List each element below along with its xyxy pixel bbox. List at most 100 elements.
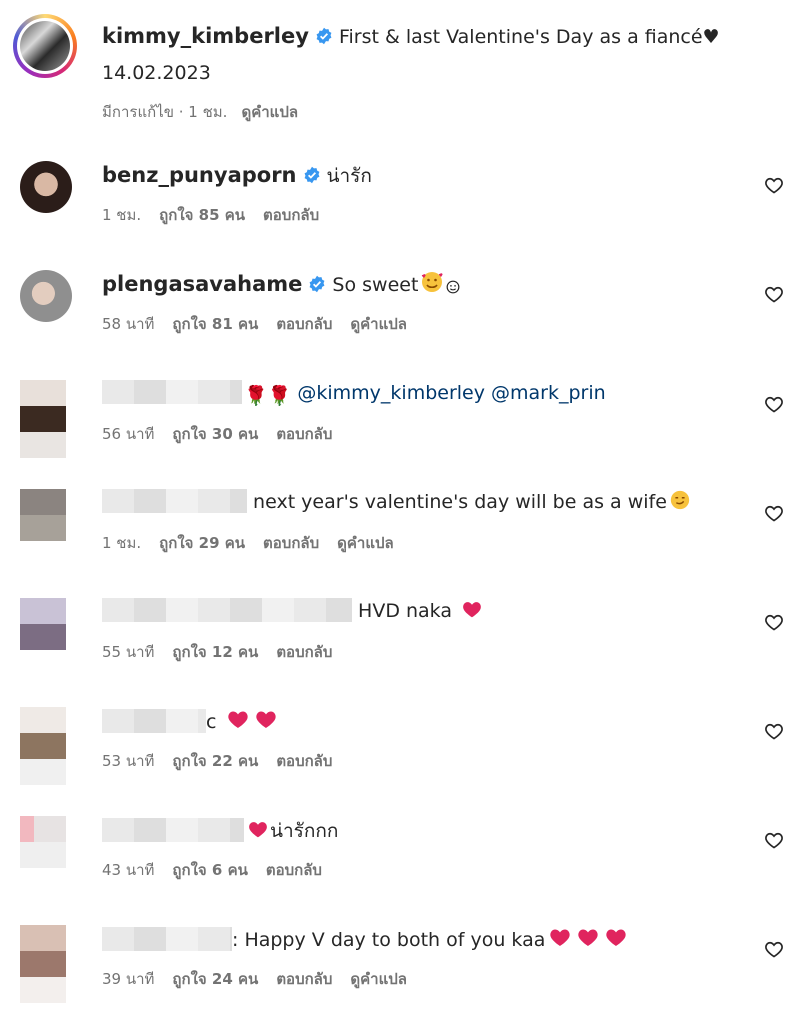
blurred-username: [102, 709, 206, 733]
reply-button[interactable]: ตอบกลับ: [266, 861, 322, 879]
comment-time: 58 นาที: [102, 315, 155, 333]
likes-count[interactable]: ถูกใจ 24 คน: [172, 970, 258, 988]
comment-item: : Happy V day to both of you kaa 39 นาที…: [0, 925, 800, 1033]
verified-badge-icon: [309, 275, 325, 293]
comment-meta: 56 นาที ถูกใจ 30 คน ตอบกลับ: [102, 422, 350, 446]
translate-link[interactable]: ดูคำแปล: [350, 970, 407, 988]
likes-count[interactable]: ถูกใจ 81 คน: [172, 315, 258, 333]
reply-button[interactable]: ตอบกลับ: [276, 752, 332, 770]
comment-body: 🌹🌹 @kimmy_kimberley @mark_prin: [102, 380, 606, 407]
red-heart-emoji-icon: [606, 929, 627, 946]
red-heart-emoji-icon: [249, 822, 267, 838]
post-time: มีการแก้ไข · 1 ชม.: [102, 103, 228, 121]
blurred-username: [102, 598, 352, 622]
comment-meta: 55 นาที ถูกใจ 12 คน ตอบกลับ: [102, 640, 350, 664]
comment-item: next year's valentine's day will be as a…: [0, 489, 800, 597]
comment-meta: 1 ชม. ถูกใจ 29 คน ตอบกลับ ดูคำแปล: [102, 531, 412, 555]
comment-item: plengasavahame So sweet 58 นาที ถูกใจ 81 ค…: [0, 270, 800, 378]
like-heart-icon[interactable]: [764, 284, 784, 304]
author-avatar[interactable]: [13, 14, 77, 78]
smiley-outline-icon: [446, 280, 460, 294]
red-heart-emoji-icon: [550, 929, 571, 946]
avatar[interactable]: [20, 161, 72, 213]
comment-time: 39 นาที: [102, 970, 155, 988]
likes-count[interactable]: ถูกใจ 30 คน: [172, 425, 258, 443]
translate-link[interactable]: ดูคำแปล: [241, 103, 298, 121]
post-meta: มีการแก้ไข · 1 ชม. ดูคำแปล: [102, 100, 298, 124]
caption-line: kimmy_kimberley First & last Valentine's …: [102, 24, 720, 48]
avatar[interactable]: [20, 925, 66, 1003]
comment-meta: 43 นาที ถูกใจ 6 คน ตอบกลับ: [102, 858, 340, 882]
comment-time: 55 นาที: [102, 643, 155, 661]
red-heart-emoji-icon: [463, 602, 481, 618]
like-heart-icon[interactable]: [764, 394, 784, 414]
verified-badge-icon: [304, 166, 319, 184]
avatar[interactable]: [20, 270, 72, 322]
comment-text: So sweet: [332, 274, 419, 296]
avatar[interactable]: [20, 707, 66, 785]
likes-count[interactable]: ถูกใจ 29 คน: [159, 534, 245, 552]
comment-item: HVD naka 55 นาที ถูกใจ 12 คน ตอบกลับ: [0, 598, 800, 706]
like-heart-icon[interactable]: [764, 939, 784, 959]
reply-button[interactable]: ตอบกลับ: [263, 534, 319, 552]
comment-item: น่ารักกก 43 นาที ถูกใจ 6 คน ตอบกลับ: [0, 816, 800, 924]
comment-time: 43 นาที: [102, 861, 155, 879]
comment-item: 🌹🌹 @kimmy_kimberley @mark_prin 56 นาที ถู…: [0, 380, 800, 488]
likes-count[interactable]: ถูกใจ 22 คน: [172, 752, 258, 770]
blurred-username: [102, 927, 232, 951]
reply-button[interactable]: ตอบกลับ: [263, 206, 319, 224]
like-heart-icon[interactable]: [764, 612, 784, 632]
like-heart-icon[interactable]: [764, 721, 784, 741]
caption-date: 14.02.2023: [102, 62, 211, 84]
like-heart-icon[interactable]: [764, 830, 784, 850]
smirk-emoji-icon: [670, 490, 690, 510]
comment-text: : Happy V day to both of you kaa: [232, 929, 546, 951]
comment-text: HVD naka: [358, 600, 452, 622]
post-author-username[interactable]: kimmy_kimberley: [102, 24, 309, 48]
red-heart-emoji-icon: [578, 929, 599, 946]
translate-link[interactable]: ดูคำแปล: [337, 534, 394, 552]
likes-count[interactable]: ถูกใจ 85 คน: [159, 206, 245, 224]
verified-badge-icon: [316, 27, 332, 45]
comment-meta: 39 นาที ถูกใจ 24 คน ตอบกลับ ดูคำแปล: [102, 967, 425, 991]
reply-button[interactable]: ตอบกลับ: [276, 315, 332, 333]
comment-text: c: [206, 711, 217, 733]
avatar[interactable]: [20, 598, 66, 676]
avatar[interactable]: [20, 816, 66, 894]
likes-count[interactable]: ถูกใจ 6 คน: [172, 861, 247, 879]
comment-time: 56 นาที: [102, 425, 155, 443]
comment-item: benz_punyaporn น่ารัก 1 ชม. ถูกใจ 85 คน ตอบ…: [0, 161, 800, 269]
comment-body: plengasavahame So sweet: [102, 270, 460, 296]
like-heart-icon[interactable]: [764, 503, 784, 523]
reply-button[interactable]: ตอบกลับ: [276, 970, 332, 988]
comment-text: next year's valentine's day will be as a…: [253, 491, 667, 513]
like-heart-icon[interactable]: [764, 175, 784, 195]
red-heart-emoji-icon: [255, 711, 276, 728]
smiling-hearts-emoji-icon: [422, 272, 443, 292]
comment-body: : Happy V day to both of you kaa: [102, 925, 629, 951]
comment-meta: 1 ชม. ถูกใจ 85 คน ตอบกลับ: [102, 203, 337, 227]
blurred-username: [102, 489, 247, 513]
comment-body: c: [102, 707, 279, 733]
comment-body: next year's valentine's day will be as a…: [102, 489, 691, 513]
comment-username[interactable]: plengasavahame: [102, 272, 302, 296]
reply-button[interactable]: ตอบกลับ: [276, 643, 332, 661]
mention-link[interactable]: @kimmy_kimberley: [297, 382, 485, 404]
mention-link[interactable]: @mark_prin: [491, 382, 606, 404]
comment-item: c 53 นาที ถูกใจ 22 คน ตอบกลับ: [0, 707, 800, 815]
red-heart-emoji-icon: [227, 711, 248, 728]
comment-time: 53 นาที: [102, 752, 155, 770]
comment-time: 1 ชม.: [102, 534, 142, 552]
comment-body: น่ารักกก: [102, 816, 338, 846]
rose-emoji-icon: 🌹🌹: [244, 385, 292, 407]
blurred-username: [102, 380, 242, 404]
comment-meta: 53 นาที ถูกใจ 22 คน ตอบกลับ: [102, 749, 350, 773]
reply-button[interactable]: ตอบกลับ: [276, 425, 332, 443]
caption-text: First & last Valentine's Day as a fiancé…: [338, 26, 720, 48]
comment-username[interactable]: benz_punyaporn: [102, 163, 297, 187]
translate-link[interactable]: ดูคำแปล: [350, 315, 407, 333]
comment-meta: 58 นาที ถูกใจ 81 คน ตอบกลับ ดูคำแปล: [102, 312, 425, 336]
avatar[interactable]: [20, 380, 66, 458]
likes-count[interactable]: ถูกใจ 12 คน: [172, 643, 258, 661]
avatar[interactable]: [20, 489, 66, 567]
